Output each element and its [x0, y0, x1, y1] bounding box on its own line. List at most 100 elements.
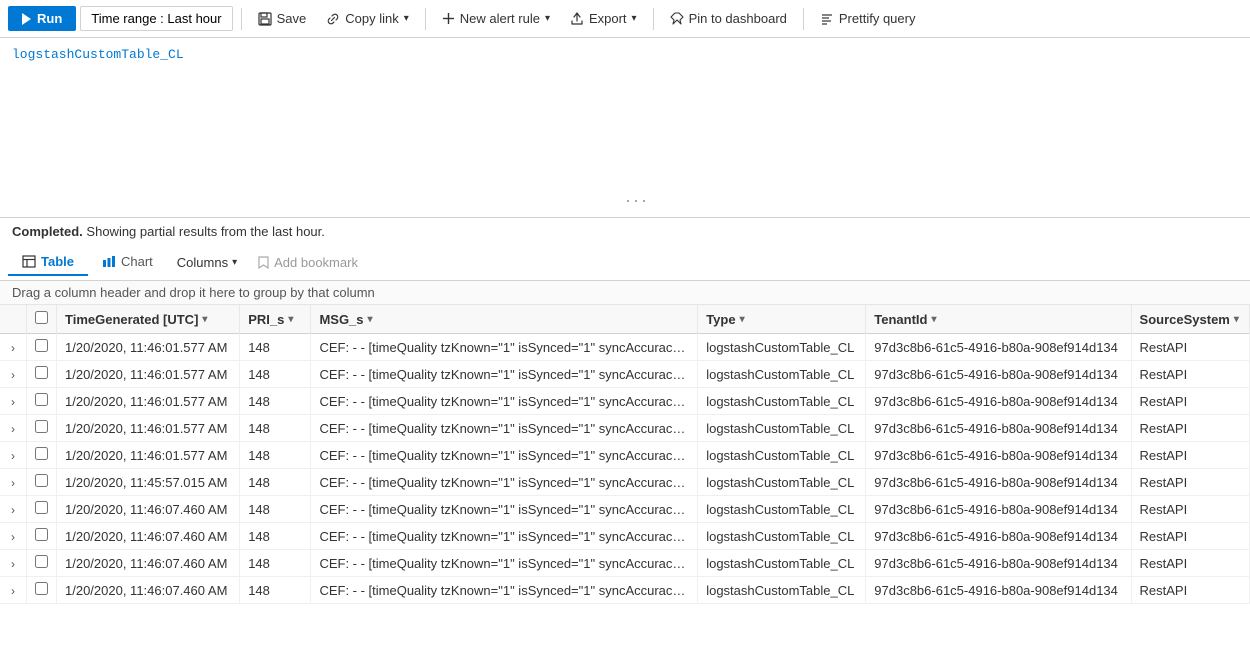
row-expand-5[interactable]: ›	[0, 469, 27, 496]
row-pri-4: 148	[240, 442, 311, 469]
th-msg-label: MSG_s	[319, 312, 363, 327]
run-button[interactable]: Run	[8, 6, 76, 31]
row-checkbox-2[interactable]	[35, 393, 48, 406]
table-row: › 1/20/2020, 11:46:01.577 AM 148 CEF: - …	[0, 388, 1250, 415]
select-all-checkbox[interactable]	[35, 311, 48, 324]
row-checkbox-4[interactable]	[35, 447, 48, 460]
row-tenant-3: 97d3c8b6-61c5-4916-b80a-908ef914d134	[866, 415, 1131, 442]
expand-btn-5[interactable]: ›	[8, 476, 18, 490]
columns-label: Columns	[177, 255, 228, 270]
export-chevron: ▾	[632, 13, 637, 24]
query-editor[interactable]: logstashCustomTable_CL ···	[0, 38, 1250, 218]
tenant-filter-icon[interactable]: ▾	[931, 314, 936, 325]
time-filter-icon[interactable]: ▾	[202, 314, 207, 325]
new-alert-button[interactable]: New alert rule ▾	[434, 7, 558, 30]
row-expand-2[interactable]: ›	[0, 388, 27, 415]
row-check-4[interactable]	[27, 442, 57, 469]
time-range-button[interactable]: Time range : Last hour	[80, 6, 232, 31]
row-check-2[interactable]	[27, 388, 57, 415]
row-tenant-8: 97d3c8b6-61c5-4916-b80a-908ef914d134	[866, 550, 1131, 577]
table-row: › 1/20/2020, 11:46:07.460 AM 148 CEF: - …	[0, 523, 1250, 550]
row-checkbox-8[interactable]	[35, 555, 48, 568]
row-pri-2: 148	[240, 388, 311, 415]
expand-btn-7[interactable]: ›	[8, 530, 18, 544]
expand-btn-9[interactable]: ›	[8, 584, 18, 598]
columns-button[interactable]: Columns ▾	[167, 250, 247, 275]
table-header-row: TimeGenerated [UTC] ▾ PRI_s ▾ MSG_s ▾	[0, 305, 1250, 334]
th-tenant[interactable]: TenantId ▾	[866, 305, 1131, 334]
expand-btn-3[interactable]: ›	[8, 422, 18, 436]
pin-label: Pin to dashboard	[689, 11, 787, 26]
expand-btn-2[interactable]: ›	[8, 395, 18, 409]
toolbar: Run Time range : Last hour Save Copy lin…	[0, 0, 1250, 38]
row-expand-7[interactable]: ›	[0, 523, 27, 550]
expand-btn-4[interactable]: ›	[8, 449, 18, 463]
save-icon	[258, 12, 272, 26]
row-check-3[interactable]	[27, 415, 57, 442]
row-time-3: 1/20/2020, 11:46:01.577 AM	[57, 415, 240, 442]
source-filter-icon[interactable]: ▾	[1234, 314, 1239, 325]
prettify-button[interactable]: Prettify query	[812, 7, 924, 30]
expand-btn-0[interactable]: ›	[8, 341, 18, 355]
row-type-3: logstashCustomTable_CL	[698, 415, 866, 442]
tab-chart[interactable]: Chart	[88, 249, 167, 276]
export-button[interactable]: Export ▾	[562, 7, 645, 30]
bookmark-label: Add bookmark	[274, 255, 358, 270]
row-pri-6: 148	[240, 496, 311, 523]
columns-chevron: ▾	[232, 257, 237, 268]
row-check-1[interactable]	[27, 361, 57, 388]
row-pri-3: 148	[240, 415, 311, 442]
row-time-5: 1/20/2020, 11:45:57.015 AM	[57, 469, 240, 496]
expand-btn-6[interactable]: ›	[8, 503, 18, 517]
row-expand-0[interactable]: ›	[0, 334, 27, 361]
row-pri-7: 148	[240, 523, 311, 550]
row-check-7[interactable]	[27, 523, 57, 550]
add-bookmark-button[interactable]: Add bookmark	[247, 250, 368, 275]
resize-handle[interactable]: ···	[625, 190, 649, 211]
th-time-generated[interactable]: TimeGenerated [UTC] ▾	[57, 305, 240, 334]
th-source-label: SourceSystem	[1140, 312, 1230, 327]
row-time-6: 1/20/2020, 11:46:07.460 AM	[57, 496, 240, 523]
row-expand-1[interactable]: ›	[0, 361, 27, 388]
row-expand-6[interactable]: ›	[0, 496, 27, 523]
row-checkbox-9[interactable]	[35, 582, 48, 595]
msg-filter-icon[interactable]: ▾	[368, 314, 373, 325]
row-expand-4[interactable]: ›	[0, 442, 27, 469]
tab-table[interactable]: Table	[8, 249, 88, 276]
th-type[interactable]: Type ▾	[698, 305, 866, 334]
row-msg-5: CEF: - - [timeQuality tzKnown="1" isSync…	[311, 469, 698, 496]
pri-filter-icon[interactable]: ▾	[288, 314, 293, 325]
row-expand-8[interactable]: ›	[0, 550, 27, 577]
row-expand-3[interactable]: ›	[0, 415, 27, 442]
row-expand-9[interactable]: ›	[0, 577, 27, 604]
table-row: › 1/20/2020, 11:46:07.460 AM 148 CEF: - …	[0, 496, 1250, 523]
row-type-9: logstashCustomTable_CL	[698, 577, 866, 604]
row-check-9[interactable]	[27, 577, 57, 604]
row-check-0[interactable]	[27, 334, 57, 361]
row-check-6[interactable]	[27, 496, 57, 523]
th-source[interactable]: SourceSystem ▾	[1131, 305, 1249, 334]
type-filter-icon[interactable]: ▾	[740, 314, 745, 325]
expand-btn-8[interactable]: ›	[8, 557, 18, 571]
row-source-7: RestAPI	[1131, 523, 1249, 550]
row-checkbox-6[interactable]	[35, 501, 48, 514]
th-expand	[0, 305, 27, 334]
row-check-5[interactable]	[27, 469, 57, 496]
row-checkbox-3[interactable]	[35, 420, 48, 433]
row-checkbox-0[interactable]	[35, 339, 48, 352]
save-button[interactable]: Save	[250, 7, 315, 30]
row-checkbox-1[interactable]	[35, 366, 48, 379]
expand-btn-1[interactable]: ›	[8, 368, 18, 382]
row-check-8[interactable]	[27, 550, 57, 577]
copy-link-button[interactable]: Copy link ▾	[318, 7, 417, 30]
row-checkbox-5[interactable]	[35, 474, 48, 487]
th-msg[interactable]: MSG_s ▾	[311, 305, 698, 334]
th-pri[interactable]: PRI_s ▾	[240, 305, 311, 334]
th-time-label: TimeGenerated [UTC]	[65, 312, 198, 327]
row-checkbox-7[interactable]	[35, 528, 48, 541]
pin-button[interactable]: Pin to dashboard	[662, 7, 795, 30]
row-msg-8: CEF: - - [timeQuality tzKnown="1" isSync…	[311, 550, 698, 577]
data-table-wrapper[interactable]: TimeGenerated [UTC] ▾ PRI_s ▾ MSG_s ▾	[0, 305, 1250, 628]
row-source-4: RestAPI	[1131, 442, 1249, 469]
prettify-icon	[820, 12, 834, 26]
